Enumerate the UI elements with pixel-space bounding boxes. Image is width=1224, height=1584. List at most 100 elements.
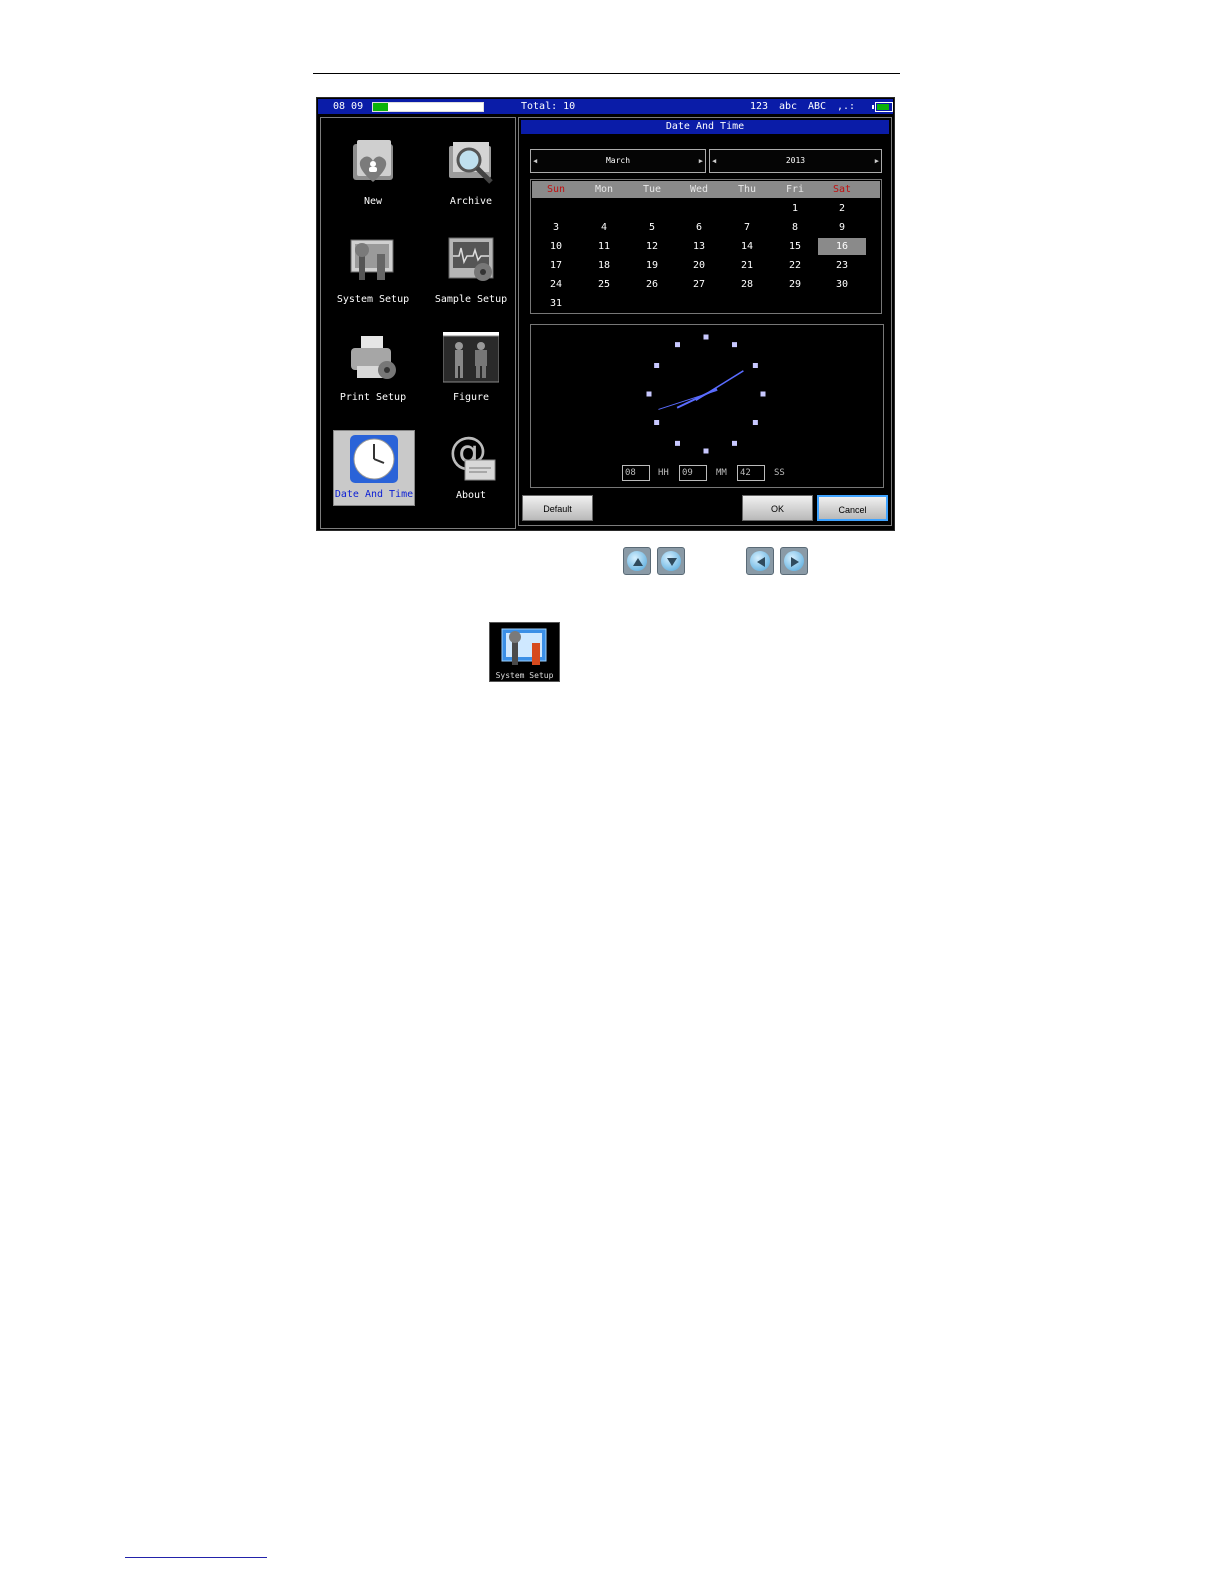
clock-tick [654,420,660,425]
day-cell[interactable]: 16 [818,238,866,255]
day-cell[interactable]: 4 [580,219,628,236]
menu-item-sample-setup[interactable]: Sample Setup [431,234,511,322]
clock-tick [732,440,737,446]
date-time-dialog: Date And Time ◀ March ▶ ◀ 2013 ▶ Sun Mon… [518,117,892,526]
main-menu: New Archive System Setup Sample Setup Pr… [320,117,516,529]
day-cell[interactable]: 10 [532,238,580,255]
day-cell[interactable]: 6 [675,219,723,236]
chevron-right-icon[interactable]: ▶ [699,150,703,172]
day-cell[interactable]: 29 [771,276,819,293]
about-icon: @ [443,429,499,486]
system-setup-icon-figure: System Setup [489,622,560,682]
day-cell[interactable]: 26 [628,276,676,293]
menu-item-date-and-time[interactable]: Date And Time [333,430,415,506]
day-cell[interactable]: 3 [532,219,580,236]
day-cell[interactable]: 2 [818,200,866,217]
weekday-mon: Mon [594,184,614,195]
second-field[interactable]: 42 [737,465,765,481]
input-mode-123[interactable]: 123 [750,99,768,114]
figure-icon [442,332,500,388]
menu-item-label: Figure [452,392,490,403]
weekday-tue: Tue [642,184,662,195]
menu-item-print-setup[interactable]: Print Setup [333,332,413,420]
day-cell[interactable]: 28 [723,276,771,293]
day-cell[interactable]: 13 [675,238,723,255]
menu-item-label: Sample Setup [434,294,508,305]
day-cell[interactable]: 30 [818,276,866,293]
day-cell[interactable]: 14 [723,238,771,255]
weekday-wed: Wed [689,184,709,195]
hour-field[interactable]: 08 [622,465,650,481]
minute-field[interactable]: 09 [679,465,707,481]
clock-tick [752,363,758,368]
progress-fill [373,103,389,111]
second-hand [658,389,718,410]
day-cell[interactable]: 15 [771,238,819,255]
day-cell[interactable]: 22 [771,257,819,274]
sample-setup-icon [443,234,499,290]
menu-item-system-setup[interactable]: System Setup [333,234,413,322]
chevron-left-icon[interactable]: ◀ [712,150,716,172]
clock-panel: 08 HH 09 MM 42 SS [530,324,884,488]
menu-item-about[interactable]: @ About [431,429,511,518]
calendar-grid: Sun Mon Tue Wed Thu Fri Sat 1 2 3 4 5 6 7 8 9 10 1… [530,179,882,314]
weekday-fri: Fri [785,184,805,195]
right-arrow-icon [780,547,808,575]
day-cell[interactable]: 27 [675,276,723,293]
input-mode-ABC[interactable]: ABC [808,99,826,114]
chevron-right-icon[interactable]: ▶ [875,150,879,172]
weekday-sat: Sat [832,184,852,195]
day-cell[interactable]: 1 [771,200,819,217]
clock-icon [346,433,402,489]
day-cell[interactable]: 7 [723,219,771,236]
weekday-header: Sun Mon Tue Wed Thu Fri Sat [532,181,880,198]
menu-item-new[interactable]: New [333,136,413,224]
menu-item-label: System Setup [336,294,410,305]
weekday-sun: Sun [546,184,566,195]
day-cell[interactable]: 25 [580,276,628,293]
up-arrow-icon [623,547,651,575]
day-cell[interactable]: 20 [675,257,723,274]
day-cell[interactable]: 17 [532,257,580,274]
default-button[interactable]: Default [522,495,593,521]
ok-button[interactable]: OK [742,495,813,521]
input-mode-abc[interactable]: abc [779,99,797,114]
clock-tick [646,391,652,397]
day-cell[interactable]: 19 [628,257,676,274]
day-cell[interactable]: 23 [818,257,866,274]
system-setup-icon [345,234,401,290]
down-arrow-icon [657,547,685,575]
day-cell[interactable]: 21 [723,257,771,274]
day-cell[interactable]: 31 [532,295,580,312]
chevron-left-icon[interactable]: ◀ [533,150,537,172]
system-setup-label: System Setup [495,671,554,680]
day-cell[interactable]: 11 [580,238,628,255]
device-screen: 08 09 Total: 10 123 abc ABC ,.: New Arch… [316,97,895,531]
status-time: 08 09 [333,101,364,112]
menu-item-archive[interactable]: Archive [431,136,511,224]
menu-item-label: New [363,196,383,207]
input-mode-punct[interactable]: ,.: [837,99,855,114]
clock-tick [654,363,660,368]
year-selector[interactable]: ◀ 2013 ▶ [709,149,882,173]
clock-tick [752,420,758,425]
clock-tick [703,334,709,340]
footnote-rule [125,1557,267,1558]
clock-tick [675,342,680,348]
cancel-button[interactable]: Cancel [817,495,888,521]
menu-item-label: Archive [449,196,493,207]
battery-level [877,104,889,110]
menu-item-label: Print Setup [339,392,407,403]
day-cell[interactable]: 12 [628,238,676,255]
menu-item-figure[interactable]: Figure [431,332,511,420]
day-cell[interactable]: 5 [628,219,676,236]
month-selector[interactable]: ◀ March ▶ [530,149,706,173]
menu-item-label: About [455,490,487,501]
day-cell[interactable]: 24 [532,276,580,293]
new-record-icon [345,136,401,192]
day-cell[interactable]: 8 [771,219,819,236]
menu-item-label: Date And Time [334,489,414,500]
day-cell[interactable]: 9 [818,219,866,236]
archive-icon [443,136,499,192]
day-cell[interactable]: 18 [580,257,628,274]
